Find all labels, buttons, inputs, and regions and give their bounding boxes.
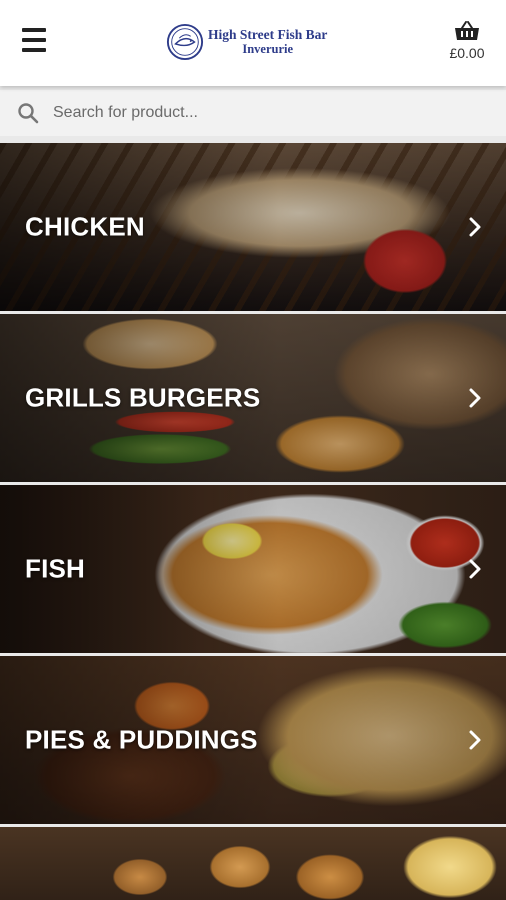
logo-badge bbox=[166, 23, 204, 61]
search-bar bbox=[0, 90, 506, 136]
category-chicken[interactable]: CHICKEN bbox=[0, 143, 506, 311]
search-icon bbox=[18, 103, 39, 124]
category-label: GRILLS BURGERS bbox=[25, 382, 261, 413]
cart-total: £0.00 bbox=[449, 45, 485, 61]
chevron-right-icon bbox=[469, 559, 481, 579]
chevron-right-icon bbox=[469, 730, 481, 750]
chevron-right-icon bbox=[469, 217, 481, 237]
logo-subtitle: Inverurie bbox=[242, 42, 294, 56]
category-partial[interactable] bbox=[0, 827, 506, 900]
app-header: High Street Fish Bar Inverurie £0.00 bbox=[0, 0, 506, 86]
category-label: CHICKEN bbox=[25, 211, 145, 242]
logo[interactable]: High Street Fish Bar Inverurie bbox=[166, 21, 327, 63]
category-label: FISH bbox=[25, 553, 86, 584]
hamburger-menu-icon[interactable] bbox=[16, 28, 48, 58]
category-grills-burgers[interactable]: GRILLS BURGERS bbox=[0, 314, 506, 482]
search-input[interactable] bbox=[53, 104, 453, 122]
shopping-basket-icon bbox=[455, 21, 479, 40]
category-pies-puddings[interactable]: PIES & PUDDINGS bbox=[0, 656, 506, 824]
category-image bbox=[0, 827, 506, 900]
chevron-right-icon bbox=[469, 388, 481, 408]
logo-text: High Street Fish Bar Inverurie bbox=[208, 27, 327, 57]
logo-title: High Street Fish Bar bbox=[208, 27, 328, 42]
category-list: CHICKEN GRILLS BURGERS FISH PIES & PUDDI… bbox=[0, 143, 506, 900]
category-fish[interactable]: FISH bbox=[0, 485, 506, 653]
category-label: PIES & PUDDINGS bbox=[25, 724, 258, 755]
cart-button[interactable]: £0.00 bbox=[442, 20, 492, 68]
